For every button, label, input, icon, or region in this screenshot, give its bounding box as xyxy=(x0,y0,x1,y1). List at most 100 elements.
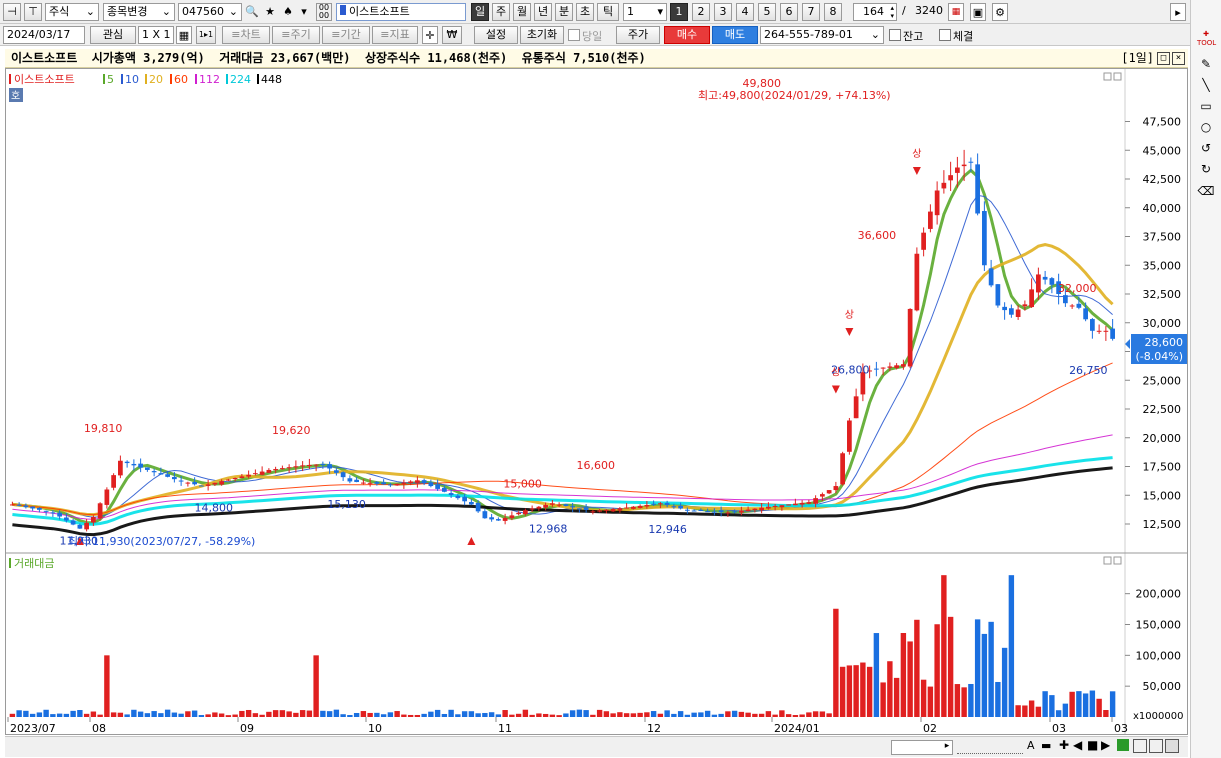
num-button-3[interactable]: 3 xyxy=(714,3,732,21)
search-icon[interactable]: 🔍 xyxy=(244,3,260,21)
scroll-left-icon[interactable]: ◀ xyxy=(1073,738,1082,752)
period-menu-button[interactable]: ≡주기 xyxy=(272,26,320,44)
right-arrow-icon[interactable]: ▸ xyxy=(1170,3,1186,21)
spade-icon[interactable]: ♠ xyxy=(280,3,296,21)
candle-body xyxy=(624,507,629,509)
vol-pane-close-icon[interactable] xyxy=(1113,556,1122,565)
num-button-6[interactable]: 6 xyxy=(780,3,798,21)
num-button-7[interactable]: 7 xyxy=(802,3,820,21)
stock-name-field[interactable]: 이스트소프트 xyxy=(336,3,466,21)
reset-button[interactable]: 초기화 xyxy=(520,26,564,44)
range-menu-button[interactable]: ≡기간 xyxy=(322,26,370,44)
num-button-5[interactable]: 5 xyxy=(758,3,776,21)
circle-icon[interactable]: ○ xyxy=(1197,118,1215,136)
sell-button[interactable]: 매도 xyxy=(712,26,758,44)
play-icon[interactable]: ▶ xyxy=(1101,738,1110,752)
won-button[interactable]: ₩ xyxy=(442,26,462,44)
balance-checkbox[interactable] xyxy=(889,29,901,41)
candle-body xyxy=(388,484,393,486)
layout-field[interactable]: 1 X 1 xyxy=(138,26,174,44)
today-checkbox[interactable] xyxy=(568,29,580,41)
pin-icon[interactable]: ⊣ xyxy=(3,3,21,21)
excel-icon[interactable] xyxy=(1117,739,1129,751)
grid-icon[interactable]: ▦ xyxy=(948,3,964,21)
volume-bar xyxy=(677,711,684,717)
volume-bar xyxy=(468,711,475,717)
period-year-button[interactable]: 년 xyxy=(534,3,552,21)
save-file-icon[interactable] xyxy=(1133,739,1147,753)
num-button-8[interactable]: 8 xyxy=(824,3,842,21)
layout-icon[interactable] xyxy=(1165,739,1179,753)
period-month-button[interactable]: 월 xyxy=(513,3,531,21)
volume-bar xyxy=(569,710,576,717)
num-button-2[interactable]: 2 xyxy=(692,3,710,21)
up-arrow-icon[interactable]: ⊤ xyxy=(24,3,42,21)
candle-body xyxy=(84,522,89,530)
redo-icon[interactable]: ↻ xyxy=(1197,160,1215,178)
calculator-icon[interactable]: ▦ xyxy=(176,26,192,44)
zoom-out-icon[interactable]: ▬ xyxy=(1041,739,1051,752)
volume-bar xyxy=(218,713,225,717)
period-tick-button[interactable]: 틱 xyxy=(597,3,619,21)
period-minute-button[interactable]: 분 xyxy=(555,3,573,21)
crosshair-icon[interactable]: ✛ xyxy=(422,26,438,44)
indicator-menu-button[interactable]: ≡지표 xyxy=(372,26,418,44)
vol-pane-min-icon[interactable] xyxy=(1103,556,1112,565)
buy-button[interactable]: 매수 xyxy=(664,26,710,44)
chart-menu-button[interactable]: ≡차트 xyxy=(222,26,270,44)
dropdown-icon[interactable]: ▾ xyxy=(296,3,312,21)
legend-ma60: 60 xyxy=(174,73,188,86)
settings-button[interactable]: 설정 xyxy=(474,26,518,44)
candle-body xyxy=(354,479,359,483)
candle-body xyxy=(226,479,231,481)
print-icon[interactable] xyxy=(1149,739,1163,753)
rectangle-icon[interactable]: ▭ xyxy=(1197,97,1215,115)
zoom-slider[interactable] xyxy=(957,740,1023,754)
period-value-select[interactable]: 1 ▾ xyxy=(623,3,667,21)
filled-checkbox[interactable] xyxy=(939,29,951,41)
zoom-in-icon[interactable]: ✚ xyxy=(1059,738,1069,752)
signal-arrow-icon xyxy=(831,385,840,394)
pencil-icon[interactable]: ✎ xyxy=(1197,55,1215,73)
count-input[interactable]: 164 ▴ ▾ xyxy=(853,3,897,21)
candle-body xyxy=(1110,328,1115,339)
one-to-one-button[interactable]: 1▸1 xyxy=(196,26,216,44)
line-icon[interactable]: ╲ xyxy=(1197,76,1215,94)
volume-bar xyxy=(306,710,313,717)
scroll-right-icon[interactable]: ▸ xyxy=(941,740,953,753)
volume-bar xyxy=(29,713,36,717)
undo-icon[interactable]: ↺ xyxy=(1197,139,1215,157)
date-input[interactable]: 2024/03/17 xyxy=(3,26,85,44)
eraser-icon[interactable]: ⌫ xyxy=(1197,182,1215,200)
moving-average-line xyxy=(12,194,1113,518)
save-icon[interactable]: ▣ xyxy=(970,3,986,21)
price-tick-label: 17,500 xyxy=(1143,461,1182,474)
pane-close-icon[interactable] xyxy=(1113,72,1122,81)
period-second-button[interactable]: 초 xyxy=(576,3,594,21)
period-day-button[interactable]: 일 xyxy=(471,3,489,21)
stop-icon[interactable]: ■ xyxy=(1087,738,1098,752)
num-button-4[interactable]: 4 xyxy=(736,3,754,21)
candle-body xyxy=(523,510,528,515)
num-button-1[interactable]: 1 xyxy=(670,3,688,21)
candle-body xyxy=(786,504,791,506)
stock-code-input[interactable]: 047560 ⌄ xyxy=(178,3,242,21)
chart-area[interactable]: 이스트소프트 5 10 20 60 112 224 448 호 거래대금 12,… xyxy=(5,68,1188,735)
percent-icon[interactable]: 00 00 xyxy=(316,3,332,21)
chart-svg[interactable]: 이스트소프트 5 10 20 60 112 224 448 호 거래대금 12,… xyxy=(6,69,1187,735)
maximize-icon[interactable]: □ xyxy=(1157,52,1170,65)
pane-min-icon[interactable] xyxy=(1103,72,1112,81)
close-icon[interactable]: × xyxy=(1172,52,1185,65)
candle-body xyxy=(793,503,798,506)
period-week-button[interactable]: 주 xyxy=(492,3,510,21)
candle-body xyxy=(705,511,710,513)
candle-body xyxy=(853,396,859,419)
price-button[interactable]: 주가 xyxy=(616,26,660,44)
tool-icon[interactable]: ✚ TOOL xyxy=(1197,30,1216,48)
change-select[interactable]: 종목변경 ⌄ xyxy=(103,3,175,21)
account-select[interactable]: 264-555-789-01 ⌄ xyxy=(760,26,884,44)
gear-icon[interactable]: ⚙ xyxy=(992,3,1008,21)
market-select[interactable]: 주식 ⌄ xyxy=(45,3,99,21)
star-icon[interactable]: ★ xyxy=(262,3,278,21)
watchlist-button[interactable]: 관심 xyxy=(90,26,136,44)
